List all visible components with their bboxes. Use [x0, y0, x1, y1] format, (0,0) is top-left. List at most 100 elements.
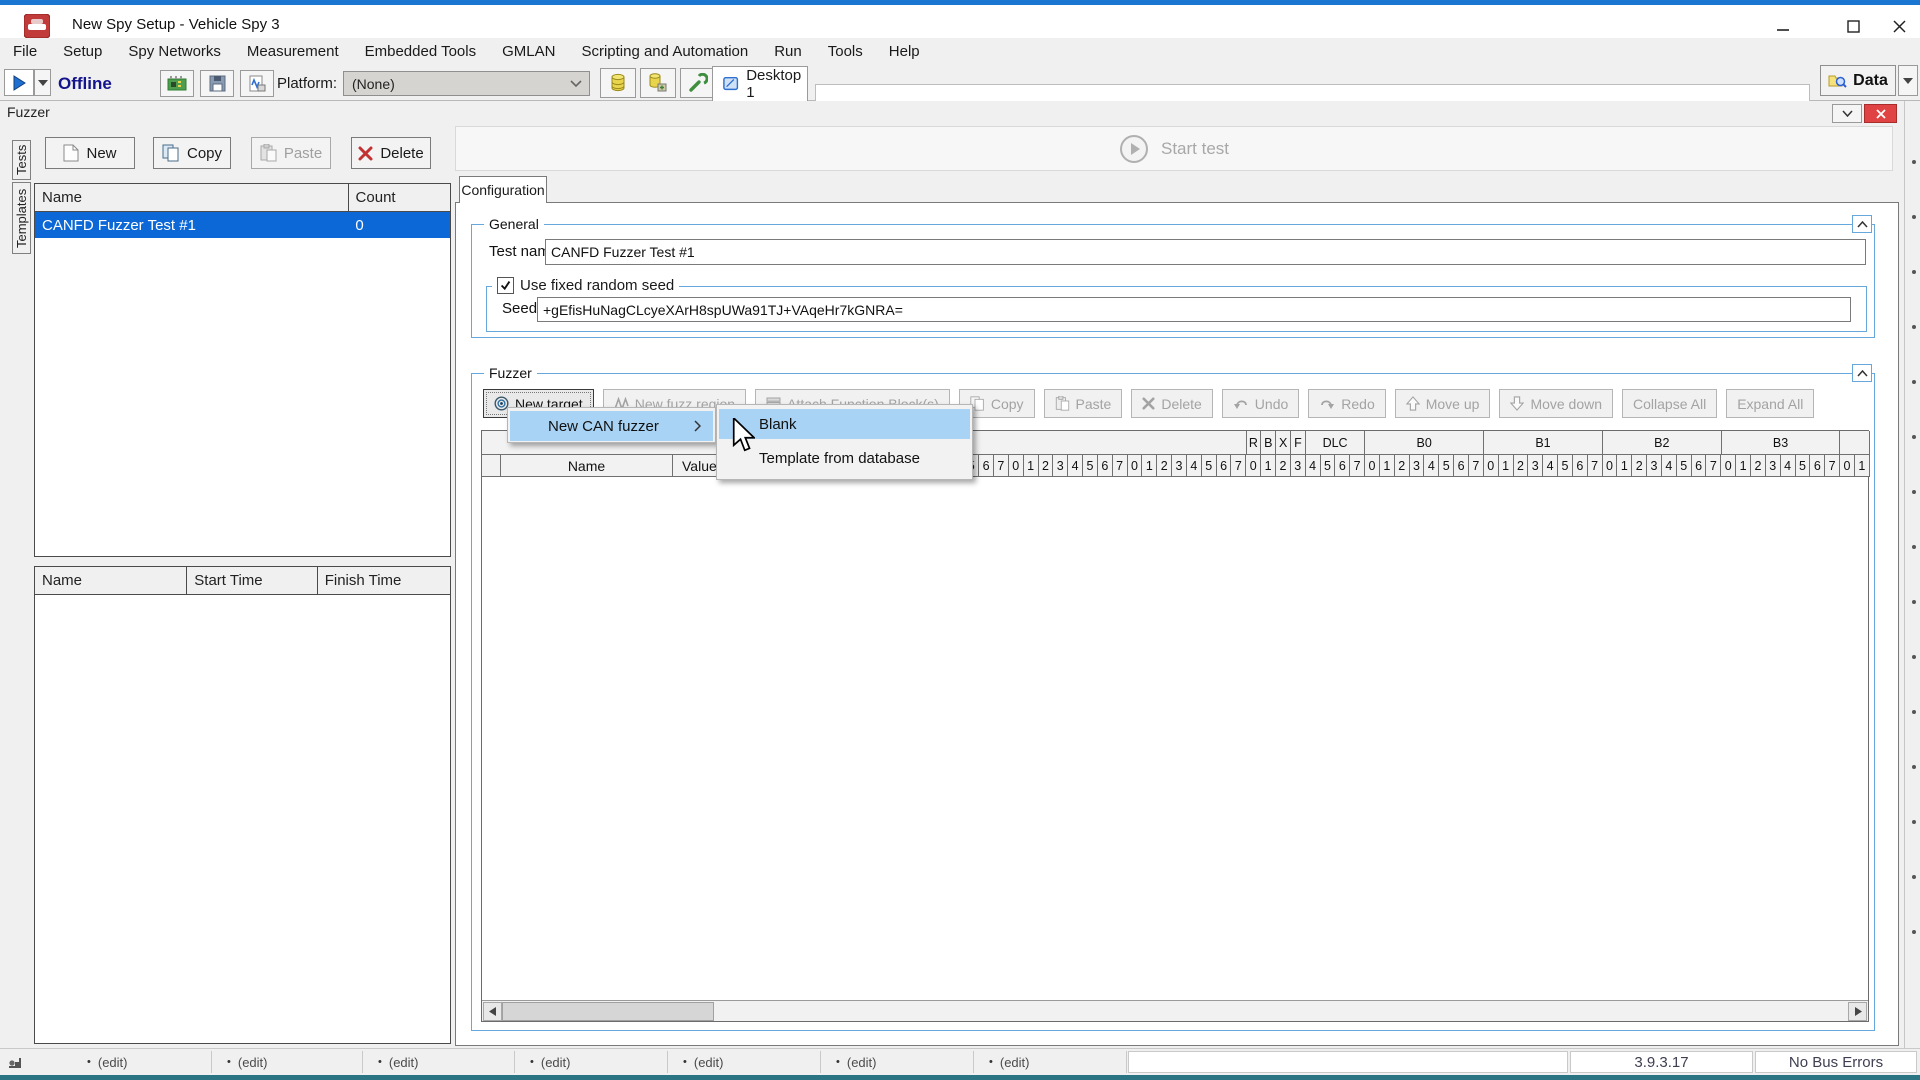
close-button[interactable]	[1880, 13, 1918, 39]
grid-group-header-tail	[1840, 431, 1870, 455]
database-button[interactable]	[600, 68, 636, 98]
grid-bit-cell: 2	[1395, 455, 1410, 477]
new-doc-icon	[63, 144, 79, 162]
scroll-right-button[interactable]	[1848, 1002, 1867, 1021]
collapse-all-button[interactable]: Collapse All	[1622, 389, 1717, 418]
scrollbar-thumb[interactable]	[502, 1002, 714, 1021]
move-down-button[interactable]: Move down	[1499, 389, 1613, 418]
save-icon	[209, 75, 226, 92]
grid-bit-cell: 0	[1603, 455, 1618, 477]
grid-horizontal-scrollbar[interactable]	[482, 1000, 1868, 1021]
measurement-setup-button[interactable]	[240, 70, 274, 97]
redo-button[interactable]: Redo	[1308, 389, 1385, 418]
status-edit-segment[interactable]: • (edit)	[667, 1051, 821, 1073]
right-dock-strip[interactable]	[1904, 101, 1920, 1048]
fixed-seed-checkbox[interactable]	[497, 277, 514, 294]
minimize-button[interactable]	[1760, 13, 1806, 39]
fuzzer-delete-button[interactable]: Delete	[1131, 389, 1212, 418]
status-edit-segment[interactable]: • (edit)	[820, 1051, 974, 1073]
new-test-button[interactable]: New	[45, 137, 135, 169]
title-bar[interactable]: New Spy Setup - Vehicle Spy 3	[0, 5, 1920, 38]
hardware-setup-button[interactable]	[160, 70, 194, 97]
run-options-dropdown[interactable]	[34, 69, 51, 96]
tab-desktop-1[interactable]: Desktop 1	[712, 66, 808, 101]
paste-test-button[interactable]: Paste	[251, 137, 331, 169]
menu-embedded-tools[interactable]: Embedded Tools	[352, 38, 489, 65]
fuzzer-paste-button[interactable]: Paste	[1044, 389, 1123, 418]
status-edit-segment[interactable]: • (edit)	[514, 1051, 668, 1073]
database-icon	[609, 73, 627, 93]
run-button[interactable]	[4, 69, 34, 96]
grid-group-header-F[interactable]: F	[1291, 431, 1306, 455]
grid-group-header-B0[interactable]: B0	[1365, 431, 1484, 455]
fuzzer-collapse-button[interactable]	[1852, 364, 1872, 382]
seed-input[interactable]	[537, 297, 1851, 322]
menu-setup[interactable]: Setup	[50, 38, 115, 65]
menu-measurement[interactable]: Measurement	[234, 38, 352, 65]
tools-button[interactable]	[680, 68, 716, 98]
grid-bit-cell: 3	[1766, 455, 1781, 477]
platform-value: (None)	[344, 76, 569, 92]
grid-group-header-B1[interactable]: B1	[1484, 431, 1603, 455]
delete-test-button[interactable]: Delete	[351, 137, 431, 169]
status-edit-segment[interactable]: • (edit)	[211, 1051, 363, 1073]
panel-collapse-button[interactable]	[1832, 104, 1862, 123]
side-tab-templates[interactable]: Templates	[12, 182, 31, 254]
maximize-button[interactable]	[1830, 13, 1876, 39]
column-header-start-time[interactable]: Start Time	[187, 567, 317, 594]
grid-column-header-name[interactable]: Name	[501, 455, 673, 477]
grid-bit-cell: 3	[1410, 455, 1425, 477]
dock-strip-dot	[1912, 490, 1916, 494]
grid-group-header-B2[interactable]: B2	[1603, 431, 1722, 455]
grid-bit-cell: 5	[1558, 455, 1573, 477]
panel-close-button[interactable]	[1864, 104, 1897, 123]
column-header-count[interactable]: Count	[349, 184, 450, 211]
menu-run[interactable]: Run	[761, 38, 815, 65]
data-view-button[interactable]: Data	[1820, 65, 1896, 96]
menu-scripting-automation[interactable]: Scripting and Automation	[568, 38, 761, 65]
fixed-seed-option[interactable]: Use fixed random seed	[492, 277, 679, 294]
chevron-down-icon	[1842, 110, 1853, 117]
platform-select[interactable]: (None)	[343, 71, 590, 96]
undo-button[interactable]: Undo	[1222, 389, 1299, 418]
grid-bit-cell: 2	[1751, 455, 1766, 477]
menu-item-new-can-fuzzer[interactable]: New CAN fuzzer	[510, 411, 713, 441]
menu-help[interactable]: Help	[876, 38, 933, 65]
dock-strip-dot	[1912, 820, 1916, 824]
expand-all-button[interactable]: Expand All	[1726, 389, 1814, 418]
status-edit-segment[interactable]: • (edit)	[362, 1051, 515, 1073]
column-header-name[interactable]: Name	[35, 567, 187, 594]
menu-item-template-from-database[interactable]: Template from database	[719, 443, 970, 473]
copy-test-button[interactable]: Copy	[153, 137, 231, 169]
menu-gmlan[interactable]: GMLAN	[489, 38, 568, 65]
table-row-selected[interactable]: CANFD Fuzzer Test #1 0	[35, 212, 450, 238]
data-view-dropdown[interactable]	[1898, 65, 1918, 96]
grid-group-header-DLC[interactable]: DLC	[1306, 431, 1365, 455]
main-toolbar: Offline Platform: (No	[0, 65, 1920, 101]
paste-icon	[260, 144, 277, 162]
grid-group-header-X[interactable]: X	[1276, 431, 1291, 455]
start-test-button[interactable]: Start test	[455, 126, 1893, 171]
menu-file[interactable]: File	[0, 38, 50, 65]
general-collapse-button[interactable]	[1852, 215, 1872, 233]
grid-group-header-B[interactable]: B	[1261, 431, 1276, 455]
test-name-input[interactable]	[545, 239, 1866, 265]
grid-group-header-B3[interactable]: B3	[1722, 431, 1841, 455]
status-edit-segment[interactable]: • (edit)	[973, 1051, 1127, 1073]
menu-tools[interactable]: Tools	[815, 38, 876, 65]
edit-label: (edit)	[541, 1055, 571, 1070]
tab-configuration[interactable]: Configuration	[459, 176, 547, 203]
play-circle-icon	[1119, 134, 1149, 164]
move-up-button[interactable]: Move up	[1395, 389, 1491, 418]
column-header-name[interactable]: Name	[35, 184, 349, 211]
column-header-finish-time[interactable]: Finish Time	[318, 567, 450, 594]
grid-group-header-R[interactable]: R	[1247, 431, 1262, 455]
test-count-cell: 0	[348, 212, 450, 238]
menu-item-blank[interactable]: Blank	[719, 409, 970, 439]
menu-spy-networks[interactable]: Spy Networks	[115, 38, 234, 65]
status-edit-segment[interactable]: • (edit)	[71, 1051, 212, 1073]
save-button[interactable]	[200, 70, 234, 97]
scroll-left-button[interactable]	[483, 1002, 502, 1021]
side-tab-tests[interactable]: Tests	[12, 140, 31, 180]
database-add-button[interactable]	[640, 68, 676, 98]
